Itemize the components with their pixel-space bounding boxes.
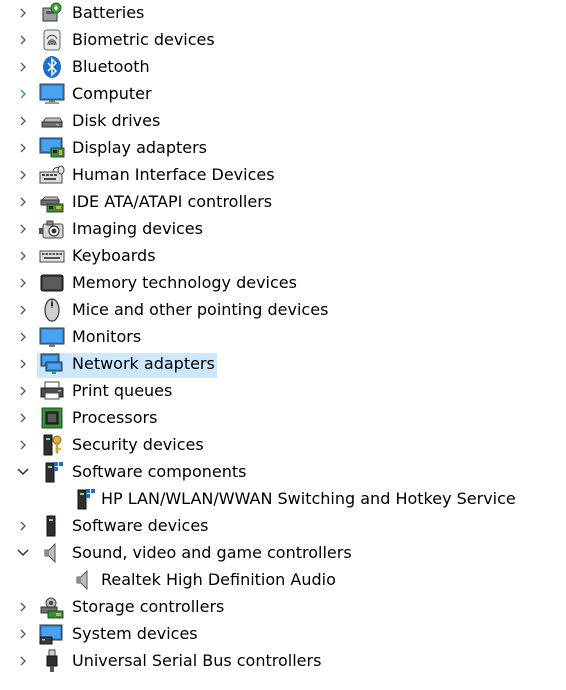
tree-item-label: Storage controllers [72,597,225,616]
tree-item-network-adapters[interactable]: Network adapters [0,352,566,378]
tree-item-label: Universal Serial Bus controllers [72,651,322,670]
chevron-right-icon[interactable] [14,136,32,160]
chevron-right-icon[interactable] [14,325,32,349]
usb-icon [38,649,66,673]
mouse-icon [38,298,66,322]
tree-item-monitors[interactable]: Monitors [0,325,566,349]
storage-controller-icon [38,595,66,619]
tree-item-batteries[interactable]: Batteries [0,1,566,25]
tree-item-label: Keyboards [72,246,156,265]
tree-item-label: System devices [72,624,198,643]
chevron-right-icon[interactable] [14,1,32,25]
hid-icon [38,163,66,187]
tree-item-software-components[interactable]: Software components [0,460,566,484]
speaker-icon [70,568,98,592]
tree-item-mice[interactable]: Mice and other pointing devices [0,298,566,322]
tree-item-label: Biometric devices [72,30,215,49]
chevron-right-icon[interactable] [14,82,32,106]
tree-item-label: Batteries [72,3,145,22]
tree-item-label: Mice and other pointing devices [72,300,329,319]
tree-item-security-devices[interactable]: Security devices [0,433,566,457]
ide-controller-icon [38,190,66,214]
monitor-icon [38,325,66,349]
chevron-down-icon[interactable] [14,541,32,565]
tree-item-bluetooth[interactable]: Bluetooth [0,55,566,79]
tree-item-label: Sound, video and game controllers [72,543,352,562]
printer-icon [38,379,66,403]
software-component-icon [38,460,66,484]
chevron-right-icon[interactable] [14,55,32,79]
tree-item-biometric-devices[interactable]: Biometric devices [0,28,566,52]
bluetooth-icon [38,55,66,79]
tree-item-label: IDE ATA/ATAPI controllers [72,192,273,211]
tree-item-label: Software components [72,462,247,481]
software-component-icon [70,487,98,511]
tree-item-human-interface-devices[interactable]: Human Interface Devices [0,163,566,187]
chevron-right-icon[interactable] [14,595,32,619]
tree-item-label: Software devices [72,516,209,535]
chevron-right-icon[interactable] [14,406,32,430]
tree-item-label: Imaging devices [72,219,203,238]
chevron-right-icon[interactable] [14,163,32,187]
tree-item-hp-switching-hotkey-service[interactable]: HP LAN/WLAN/WWAN Switching and Hotkey Se… [0,487,566,511]
chevron-down-icon[interactable] [14,460,32,484]
tree-item-disk-drives[interactable]: Disk drives [0,109,566,133]
tree-item-computer[interactable]: Computer [0,82,566,106]
chevron-right-icon[interactable] [14,217,32,241]
tree-item-label: Print queues [72,381,173,400]
memory-icon [38,271,66,295]
tree-item-label: Monitors [72,327,142,346]
disk-drive-icon [38,109,66,133]
chevron-right-icon[interactable] [14,433,32,457]
tree-item-software-devices[interactable]: Software devices [0,514,566,538]
battery-icon [38,1,66,25]
chevron-right-icon[interactable] [14,379,32,403]
speaker-icon [38,541,66,565]
chevron-right-icon[interactable] [14,244,32,268]
tree-item-memory-technology-devices[interactable]: Memory technology devices [0,271,566,295]
tree-item-processors[interactable]: Processors [0,406,566,430]
network-adapter-icon [38,352,66,376]
tree-item-label: Realtek High Definition Audio [101,570,336,589]
computer-icon [38,82,66,106]
tree-item-keyboards[interactable]: Keyboards [0,244,566,268]
tree-item-print-queues[interactable]: Print queues [0,379,566,403]
chevron-right-icon[interactable] [14,622,32,646]
tree-item-label: Network adapters [72,354,215,373]
software-device-icon [38,514,66,538]
security-key-icon [38,433,66,457]
chevron-right-icon[interactable] [14,298,32,322]
chevron-right-icon[interactable] [14,109,32,133]
tree-item-label: Computer [72,84,152,103]
chevron-right-icon[interactable] [14,190,32,214]
chevron-right-icon[interactable] [14,271,32,295]
tree-item-label: Memory technology devices [72,273,297,292]
tree-item-imaging-devices[interactable]: Imaging devices [0,217,566,241]
tree-item-label: Human Interface Devices [72,165,275,184]
tree-item-storage-controllers[interactable]: Storage controllers [0,595,566,619]
chevron-right-icon[interactable] [14,514,32,538]
tree-item-realtek-hd-audio[interactable]: Realtek High Definition Audio [0,568,566,592]
keyboard-icon [38,244,66,268]
device-tree: Batteries Biometric devices Bluetooth Co… [0,0,566,690]
chevron-right-icon[interactable] [14,649,32,673]
tree-item-display-adapters[interactable]: Display adapters [0,136,566,160]
processor-icon [38,406,66,430]
fingerprint-icon [38,28,66,52]
system-device-icon [38,622,66,646]
tree-item-system-devices[interactable]: System devices [0,622,566,646]
chevron-right-icon[interactable] [14,352,32,376]
chevron-right-icon[interactable] [14,28,32,52]
tree-item-label: HP LAN/WLAN/WWAN Switching and Hotkey Se… [101,489,516,508]
tree-item-label: Security devices [72,435,204,454]
tree-item-sound-video-game-controllers[interactable]: Sound, video and game controllers [0,541,566,565]
display-adapter-icon [38,136,66,160]
tree-item-ide-controllers[interactable]: IDE ATA/ATAPI controllers [0,190,566,214]
tree-item-label: Bluetooth [72,57,150,76]
tree-item-label: Display adapters [72,138,208,157]
tree-item-usb-controllers[interactable]: Universal Serial Bus controllers [0,649,566,673]
tree-item-label: Disk drives [72,111,161,130]
camera-icon [38,217,66,241]
tree-item-label: Processors [72,408,158,427]
